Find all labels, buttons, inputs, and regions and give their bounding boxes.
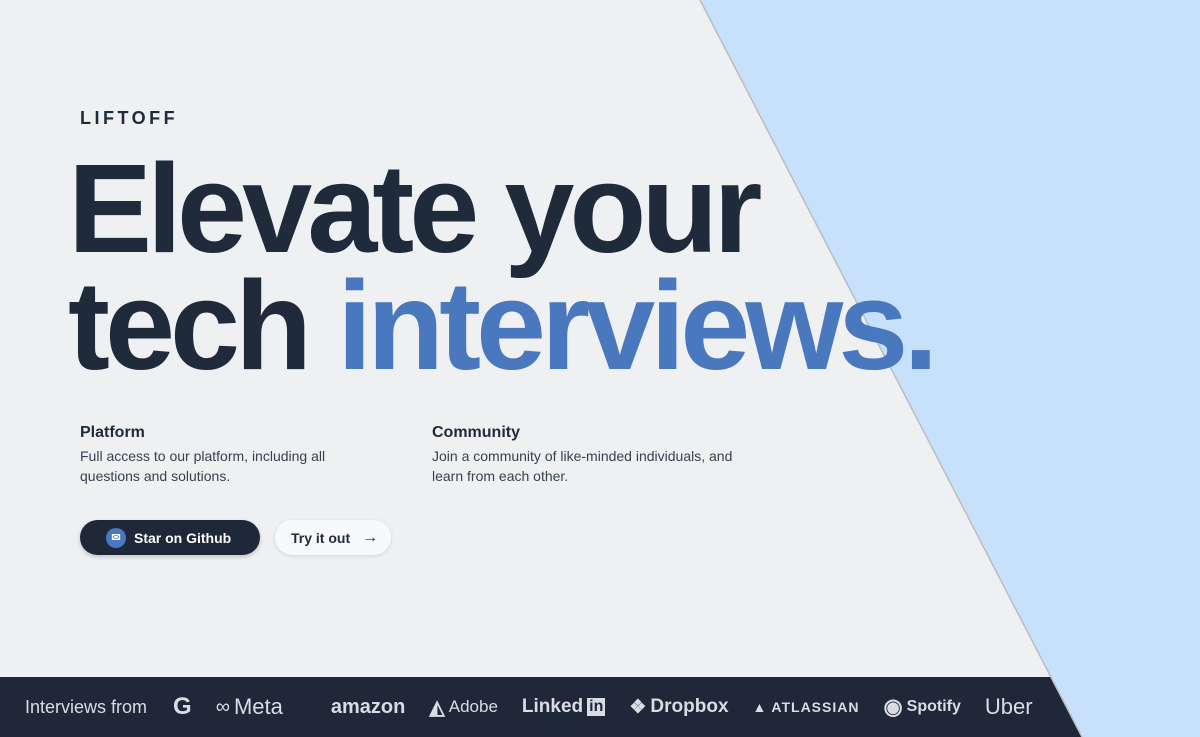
feature-title: Community bbox=[432, 424, 520, 441]
arrow-right-icon: → bbox=[362, 528, 379, 546]
hero-section: LIFTOFF Elevate your tech interviews. Pl… bbox=[0, 0, 1200, 737]
feature-platform: Platform Full access to our platform, in… bbox=[80, 424, 380, 486]
feature-text: Join a community of like-minded individu… bbox=[432, 448, 733, 484]
mail-icon: ✉ bbox=[106, 527, 126, 548]
brand-logo: LIFTOFF bbox=[80, 108, 179, 128]
headline-line-2: tech interviews. bbox=[68, 263, 938, 389]
hero-headline: Elevate your tech interviews. bbox=[68, 138, 938, 389]
feature-title: Platform bbox=[80, 424, 145, 441]
headline-plain: tech bbox=[68, 255, 338, 396]
button-label: Star on Github bbox=[134, 529, 232, 546]
feature-text: Full access to our platform, including a… bbox=[80, 448, 326, 484]
headline-line-1: Elevate your bbox=[68, 138, 762, 279]
button-label: Try it out bbox=[291, 529, 351, 546]
star-on-github-button[interactable]: ✉ Star on Github bbox=[80, 520, 260, 555]
headline-highlight: interviews. bbox=[337, 255, 938, 396]
feature-community: Community Join a community of like-minde… bbox=[432, 424, 762, 486]
try-it-out-button[interactable]: Try it out → bbox=[275, 520, 391, 555]
